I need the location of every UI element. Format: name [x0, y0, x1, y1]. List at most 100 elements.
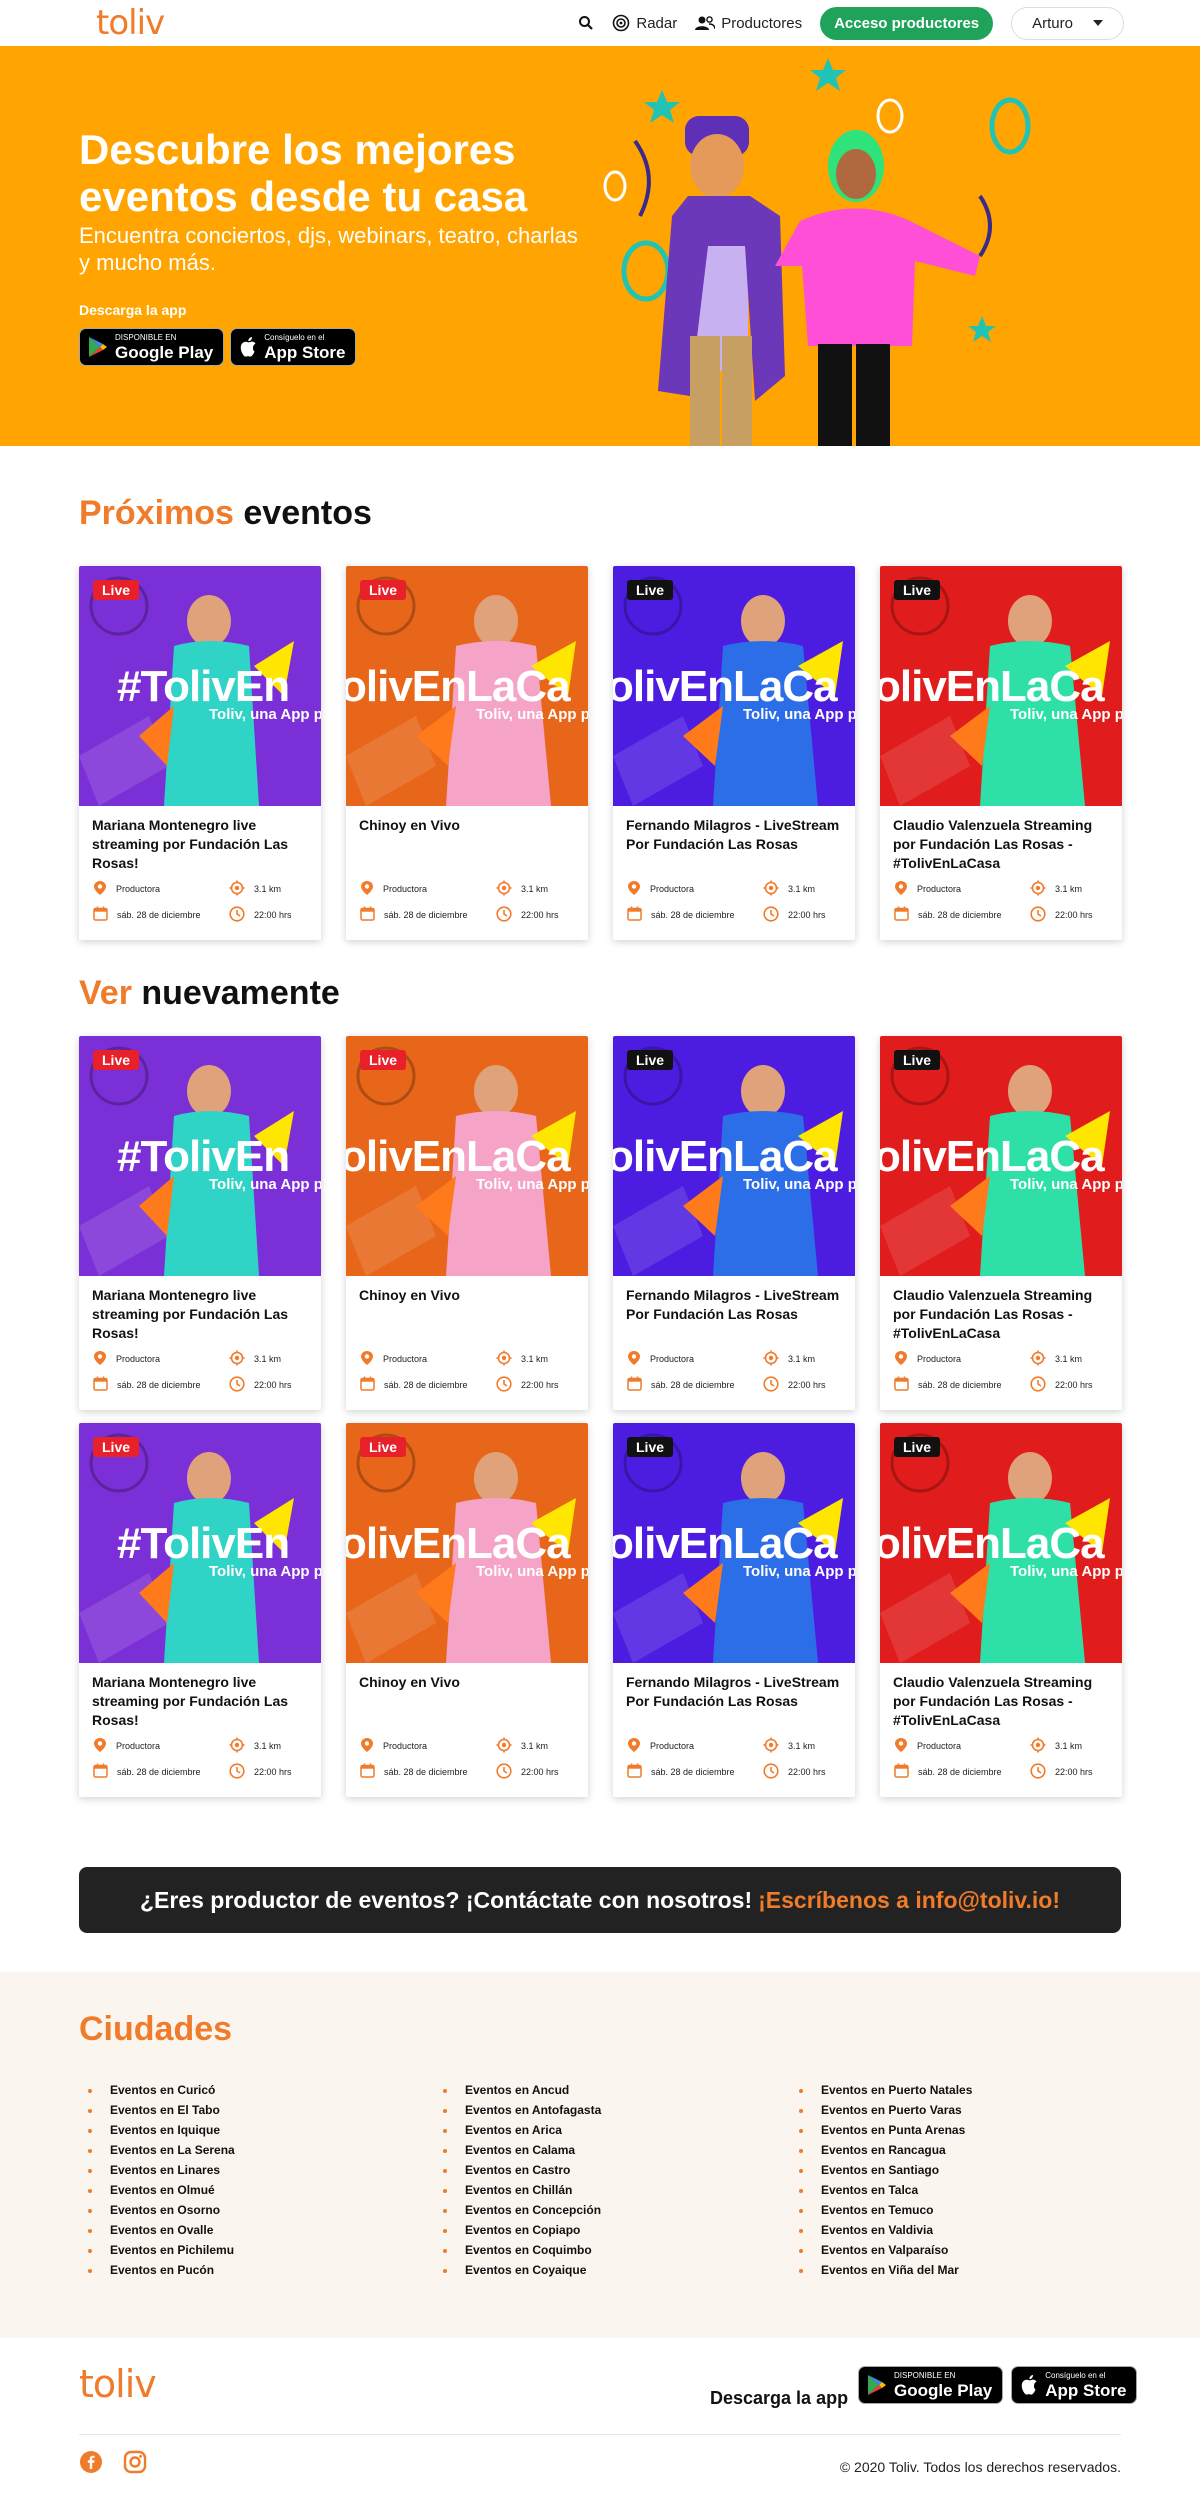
city-link[interactable]: Eventos en Puerto Natales [799, 2080, 972, 2100]
acceso-productores-button[interactable]: Acceso productores [820, 6, 994, 40]
nav-productores[interactable]: Productores [695, 15, 802, 32]
event-card[interactable]: #TolivEn Toliv, una App p Live Mariana M… [79, 566, 321, 940]
event-producer: Productora [894, 880, 961, 898]
event-title[interactable]: Fernando Milagros - LiveStream Por Funda… [626, 816, 846, 854]
event-thumbnail[interactable]: #TolivEn Toliv, una App p Live [79, 566, 321, 806]
event-title[interactable]: Fernando Milagros - LiveStream Por Funda… [626, 1286, 846, 1324]
event-time: 22:00 hrs [763, 1376, 826, 1394]
google-badge-small: DISPONIBLE EN [894, 2370, 956, 2380]
city-link[interactable]: Eventos en Viña del Mar [799, 2260, 972, 2280]
event-title[interactable]: Claudio Valenzuela Streaming por Fundaci… [893, 816, 1113, 873]
event-card[interactable]: olivEnLaCa Toliv, una App p Live Fernand… [613, 1036, 855, 1410]
top-nav: toliv Radar Productores Acceso productor… [0, 0, 1200, 46]
event-card[interactable]: olivEnLaCa Toliv, una App p Live Claudio… [880, 1423, 1122, 1797]
event-time-label: 22:00 hrs [521, 1767, 559, 1777]
city-link[interactable]: Eventos en Pichilemu [88, 2240, 235, 2260]
instagram-icon[interactable] [123, 2450, 147, 2474]
city-link[interactable]: Eventos en Arica [443, 2120, 601, 2140]
event-title[interactable]: Mariana Montenegro live streaming por Fu… [92, 1673, 312, 1730]
city-link[interactable]: Eventos en Chillán [443, 2180, 601, 2200]
event-title[interactable]: Mariana Montenegro live streaming por Fu… [92, 816, 312, 873]
city-link[interactable]: Eventos en Valdivia [799, 2220, 972, 2240]
event-card[interactable]: olivEnLaCa Toliv, una App p Live Fernand… [613, 566, 855, 940]
producer-contact-banner[interactable]: ¿Eres productor de eventos? ¡Contáctate … [79, 1867, 1121, 1933]
event-card[interactable]: olivEnLaCa Toliv, una App p Live Chinoy … [346, 566, 588, 940]
city-link[interactable]: Eventos en Ancud [443, 2080, 601, 2100]
event-title[interactable]: Chinoy en Vivo [359, 1286, 579, 1305]
user-menu-button[interactable]: Arturo [1011, 6, 1124, 40]
event-hashtag: olivEnLaCa [346, 1132, 571, 1181]
event-card[interactable]: olivEnLaCa Toliv, una App p Live Claudio… [880, 1036, 1122, 1410]
event-thumbnail[interactable]: olivEnLaCa Toliv, una App p Live [880, 1036, 1122, 1276]
city-link[interactable]: Eventos en Concepción [443, 2200, 601, 2220]
event-card[interactable]: #TolivEn Toliv, una App p Live Mariana M… [79, 1036, 321, 1410]
google-play-badge[interactable]: DISPONIBLE EN Google Play [858, 2366, 1004, 2404]
city-link[interactable]: Eventos en Puerto Varas [799, 2100, 972, 2120]
city-link[interactable]: Eventos en Copiapo [443, 2220, 601, 2240]
event-card[interactable]: olivEnLaCa Toliv, una App p Live Chinoy … [346, 1036, 588, 1410]
calendar-icon [627, 1763, 642, 1780]
event-title[interactable]: Claudio Valenzuela Streaming por Fundaci… [893, 1286, 1113, 1343]
city-link[interactable]: Eventos en Valparaíso [799, 2240, 972, 2260]
event-title[interactable]: Fernando Milagros - LiveStream Por Funda… [626, 1673, 846, 1711]
city-link[interactable]: Eventos en Punta Arenas [799, 2120, 972, 2140]
apple-icon [241, 337, 256, 357]
users-icon [695, 16, 716, 30]
footer-logo[interactable]: toliv [79, 2362, 157, 2406]
event-card[interactable]: olivEnLaCa Toliv, una App p Live Fernand… [613, 1423, 855, 1797]
event-thumbnail[interactable]: olivEnLaCa Toliv, una App p Live [346, 1423, 588, 1663]
city-link[interactable]: Eventos en Antofagasta [443, 2100, 601, 2120]
city-link[interactable]: Eventos en Iquique [88, 2120, 235, 2140]
footer-copyright: © 2020 Toliv. Todos los derechos reserva… [839, 2459, 1121, 2475]
event-thumbnail[interactable]: olivEnLaCa Toliv, una App p Live [346, 1036, 588, 1276]
city-link[interactable]: Eventos en Santiago [799, 2160, 972, 2180]
event-card[interactable]: olivEnLaCa Toliv, una App p Live Claudio… [880, 566, 1122, 940]
city-link[interactable]: Eventos en Linares [88, 2160, 235, 2180]
google-play-badge[interactable]: DISPONIBLE EN Google Play [79, 328, 225, 366]
clock-icon [496, 906, 512, 924]
live-badge: Live [93, 580, 140, 600]
calendar-icon [627, 906, 642, 923]
event-thumbnail[interactable]: olivEnLaCa Toliv, una App p Live [880, 566, 1122, 806]
event-thumbnail[interactable]: olivEnLaCa Toliv, una App p Live [613, 566, 855, 806]
event-thumbnail[interactable]: olivEnLaCa Toliv, una App p Live [346, 566, 588, 806]
banner-email-link[interactable]: ¡Escríbenos a info@toliv.io! [758, 1887, 1060, 1914]
city-link[interactable]: Eventos en Pucón [88, 2260, 235, 2280]
event-producer: Productora [627, 880, 694, 898]
city-link[interactable]: Eventos en Rancagua [799, 2140, 972, 2160]
event-producer-label: Productora [650, 1741, 695, 1751]
event-time: 22:00 hrs [229, 1763, 292, 1781]
event-card[interactable]: olivEnLaCa Toliv, una App p Live Chinoy … [346, 1423, 588, 1797]
city-link[interactable]: Eventos en Coyaique [443, 2260, 601, 2280]
app-store-badge[interactable]: Consíguelo en el App Store [1011, 2366, 1138, 2404]
event-thumbnail[interactable]: olivEnLaCa Toliv, una App p Live [880, 1423, 1122, 1663]
search-icon[interactable] [578, 15, 594, 31]
event-tagline: Toliv, una App p [1010, 1563, 1122, 1580]
event-title[interactable]: Mariana Montenegro live streaming por Fu… [92, 1286, 312, 1343]
apple-badge-small: Consíguelo en el [1045, 2370, 1106, 2380]
city-link[interactable]: Eventos en Calama [443, 2140, 601, 2160]
city-link[interactable]: Eventos en Olmué [88, 2180, 235, 2200]
event-title[interactable]: Claudio Valenzuela Streaming por Fundaci… [893, 1673, 1113, 1730]
app-store-badge[interactable]: Consíguelo en el App Store [230, 328, 357, 366]
city-link[interactable]: Eventos en Osorno [88, 2200, 235, 2220]
event-thumbnail[interactable]: #TolivEn Toliv, una App p Live [79, 1036, 321, 1276]
nav-radar[interactable]: Radar [612, 14, 677, 32]
event-card[interactable]: #TolivEn Toliv, una App p Live Mariana M… [79, 1423, 321, 1797]
event-title[interactable]: Chinoy en Vivo [359, 1673, 579, 1692]
city-link[interactable]: Eventos en El Tabo [88, 2100, 235, 2120]
city-link[interactable]: Eventos en La Serena [88, 2140, 235, 2160]
event-title[interactable]: Chinoy en Vivo [359, 816, 579, 835]
city-link[interactable]: Eventos en Curicó [88, 2080, 235, 2100]
event-producer: Productora [360, 1737, 427, 1755]
city-link[interactable]: Eventos en Castro [443, 2160, 601, 2180]
city-link[interactable]: Eventos en Talca [799, 2180, 972, 2200]
city-link[interactable]: Eventos en Ovalle [88, 2220, 235, 2240]
city-link[interactable]: Eventos en Temuco [799, 2200, 972, 2220]
facebook-icon[interactable] [79, 2450, 103, 2474]
event-thumbnail[interactable]: olivEnLaCa Toliv, una App p Live [613, 1036, 855, 1276]
event-thumbnail[interactable]: olivEnLaCa Toliv, una App p Live [613, 1423, 855, 1663]
city-link[interactable]: Eventos en Coquimbo [443, 2240, 601, 2260]
event-thumbnail[interactable]: #TolivEn Toliv, una App p Live [79, 1423, 321, 1663]
toliv-logo[interactable]: toliv [96, 4, 165, 42]
